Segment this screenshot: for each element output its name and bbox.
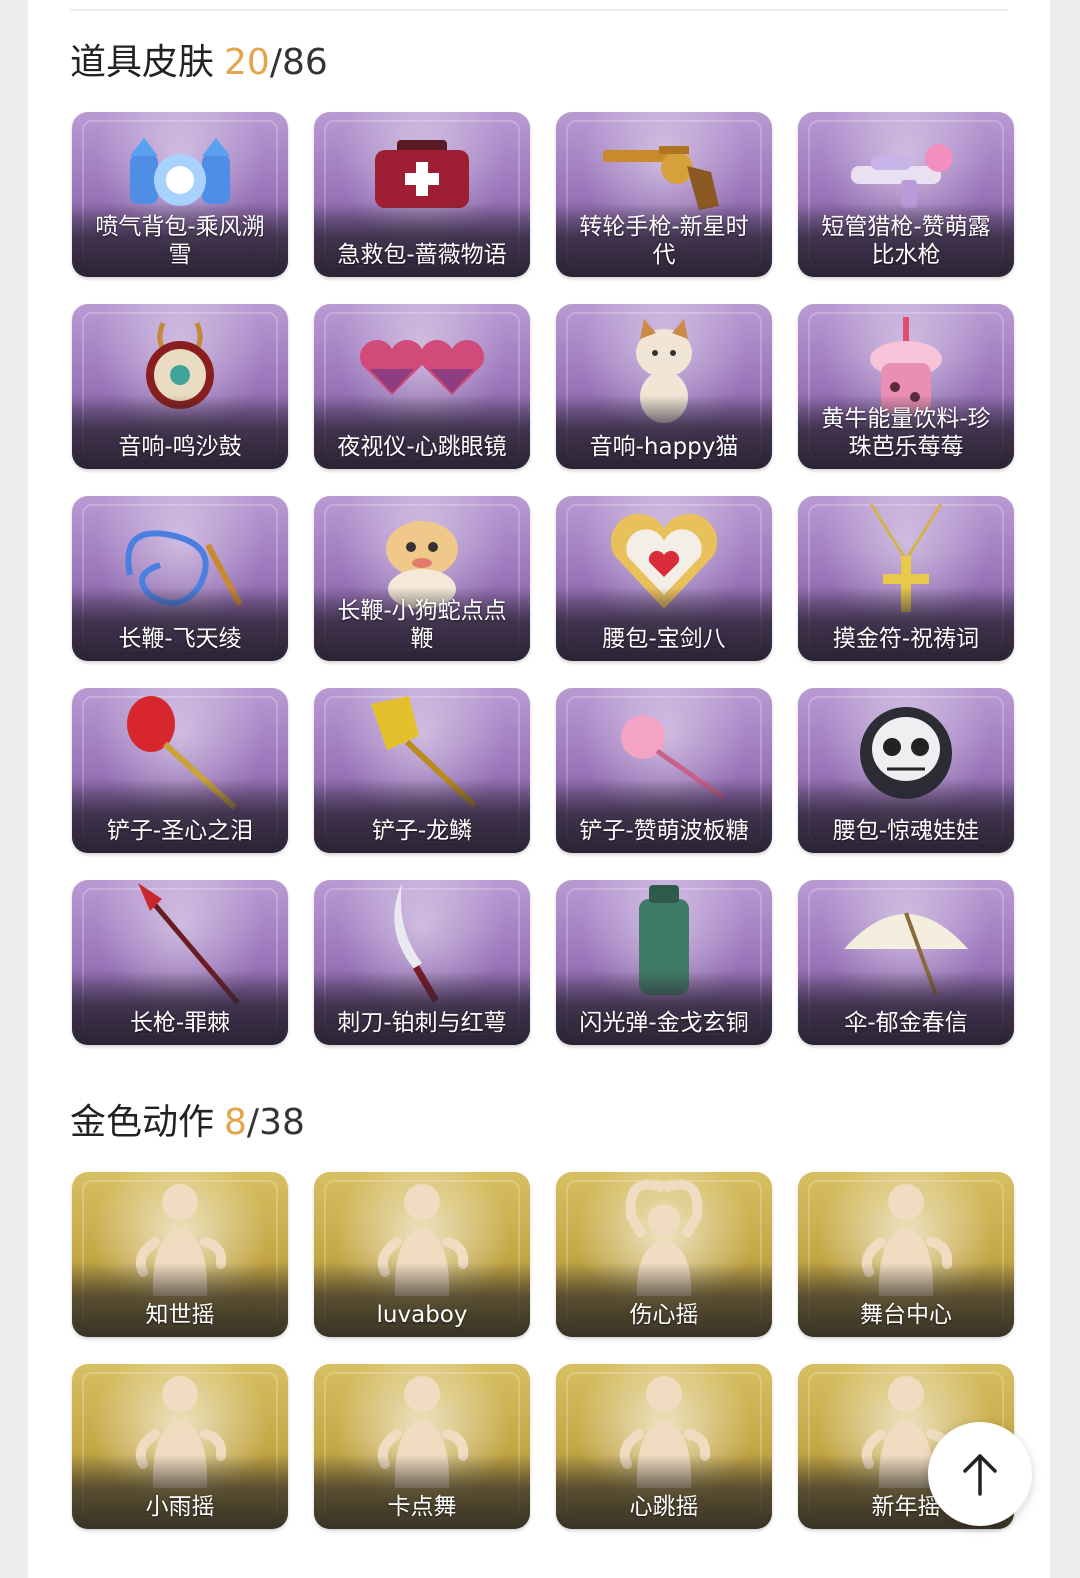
item-card[interactable]: 伞-郁金春信 <box>798 880 1014 1045</box>
item-name: 铲子-赞萌波板糖 <box>579 818 749 844</box>
section-title-gold-emotes: 金色动作 8/38 <box>70 1102 305 1143</box>
item-name: 卡点舞 <box>387 1494 457 1520</box>
item-card[interactable]: 长枪-罪棘 <box>72 880 288 1045</box>
item-name: 喷气背包-乘风溯雪 <box>95 214 265 268</box>
scroll-to-top-button[interactable] <box>928 1422 1032 1526</box>
item-card[interactable]: 刺刀-铂刺与红萼 <box>314 880 530 1045</box>
item-card[interactable]: 铲子-赞萌波板糖 <box>556 688 772 853</box>
card-caption: 转轮手枪-新星时代 <box>556 203 772 277</box>
card-caption: 伤心摇 <box>556 1263 772 1337</box>
arrow-up-icon <box>963 1454 997 1496</box>
prop-skins-grid: 喷气背包-乘风溯雪急救包-蔷薇物语 转轮手枪-新星时代 短管猎枪-赞萌露比水枪音响-… <box>72 112 1016 1045</box>
owned-count: 8 <box>224 1102 247 1143</box>
card-caption: 音响-happy猫 <box>556 395 772 469</box>
card-caption: 知世摇 <box>72 1263 288 1337</box>
item-name: 刺刀-铂刺与红萼 <box>337 1010 507 1036</box>
item-card[interactable]: 急救包-蔷薇物语 <box>314 112 530 277</box>
item-name: 音响-鸣沙鼓 <box>118 434 242 460</box>
card-caption: 音响-鸣沙鼓 <box>72 395 288 469</box>
item-card[interactable]: 伤心摇 <box>556 1172 772 1337</box>
card-caption: 闪光弹-金戈玄铜 <box>556 971 772 1045</box>
section-divider <box>70 9 1008 11</box>
card-caption: 长鞭-小狗蛇点点鞭 <box>314 587 530 661</box>
item-name: 急救包-蔷薇物语 <box>337 242 507 268</box>
item-card[interactable]: 长鞭-飞天绫 <box>72 496 288 661</box>
card-caption: 长枪-罪棘 <box>72 971 288 1045</box>
card-caption: 铲子-龙鳞 <box>314 779 530 853</box>
card-caption: 喷气背包-乘风溯雪 <box>72 203 288 277</box>
item-name: 夜视仪-心跳眼镜 <box>337 434 507 460</box>
section-title-text: 金色动作 <box>70 1102 215 1143</box>
item-card[interactable]: 知世摇 <box>72 1172 288 1337</box>
item-name: 伤心摇 <box>629 1302 699 1328</box>
item-name: 闪光弹-金戈玄铜 <box>579 1010 749 1036</box>
item-card[interactable]: 心跳摇 <box>556 1364 772 1529</box>
card-caption: 铲子-赞萌波板糖 <box>556 779 772 853</box>
item-name: 伞-郁金春信 <box>844 1010 968 1036</box>
item-name: 舞台中心 <box>860 1302 952 1328</box>
item-card[interactable]: 小雨摇 <box>72 1364 288 1529</box>
item-card[interactable]: 音响-鸣沙鼓 <box>72 304 288 469</box>
card-caption: 摸金符-祝祷词 <box>798 587 1014 661</box>
item-card[interactable]: 摸金符-祝祷词 <box>798 496 1014 661</box>
card-caption: 黄牛能量饮料-珍珠芭乐莓莓 <box>798 395 1014 469</box>
item-name: 转轮手枪-新星时代 <box>579 214 749 268</box>
card-caption: 长鞭-飞天绫 <box>72 587 288 661</box>
item-card[interactable]: 卡点舞 <box>314 1364 530 1529</box>
item-card[interactable]: 黄牛能量饮料-珍珠芭乐莓莓 <box>798 304 1014 469</box>
section-title-text: 道具皮肤 <box>70 42 215 83</box>
item-card[interactable]: 闪光弹-金戈玄铜 <box>556 880 772 1045</box>
item-card[interactable]: 转轮手枪-新星时代 <box>556 112 772 277</box>
item-name: 音响-happy猫 <box>589 434 739 460</box>
card-caption: 急救包-蔷薇物语 <box>314 203 530 277</box>
item-name: 长鞭-飞天绫 <box>118 626 242 652</box>
item-card[interactable]: 长鞭-小狗蛇点点鞭 <box>314 496 530 661</box>
item-name: 知世摇 <box>145 1302 215 1328</box>
item-name: luvaboy <box>376 1302 468 1328</box>
item-card[interactable]: 铲子-圣心之泪 <box>72 688 288 853</box>
item-card[interactable]: 腰包-宝剑八 <box>556 496 772 661</box>
card-caption: 卡点舞 <box>314 1455 530 1529</box>
card-caption: 舞台中心 <box>798 1263 1014 1337</box>
item-name: 短管猎枪-赞萌露比水枪 <box>821 214 991 268</box>
card-caption: 刺刀-铂刺与红萼 <box>314 971 530 1045</box>
item-name: 小雨摇 <box>145 1494 215 1520</box>
item-name: 铲子-龙鳞 <box>371 818 473 844</box>
total-count: 38 <box>259 1102 305 1143</box>
card-caption: 夜视仪-心跳眼镜 <box>314 395 530 469</box>
total-count: 86 <box>281 42 328 83</box>
card-caption: 伞-郁金春信 <box>798 971 1014 1045</box>
item-card[interactable]: 短管猎枪-赞萌露比水枪 <box>798 112 1014 277</box>
item-card[interactable]: luvaboy <box>314 1172 530 1337</box>
item-name: 摸金符-祝祷词 <box>832 626 980 652</box>
card-caption: 短管猎枪-赞萌露比水枪 <box>798 203 1014 277</box>
card-caption: 腰包-惊魂娃娃 <box>798 779 1014 853</box>
item-card[interactable]: 腰包-惊魂娃娃 <box>798 688 1014 853</box>
item-card[interactable]: 喷气背包-乘风溯雪 <box>72 112 288 277</box>
item-name: 长枪-罪棘 <box>129 1010 231 1036</box>
section-title-prop-skins: 道具皮肤 20/86 <box>70 42 328 83</box>
item-card[interactable]: 铲子-龙鳞 <box>314 688 530 853</box>
item-card[interactable]: 夜视仪-心跳眼镜 <box>314 304 530 469</box>
card-caption: 腰包-宝剑八 <box>556 587 772 661</box>
item-card[interactable]: 音响-happy猫 <box>556 304 772 469</box>
gold-emotes-grid: 知世摇 luvaboy 伤心摇 舞台中心小雨摇 卡点舞 心跳摇 新年摇 <box>72 1172 1016 1529</box>
item-name: 新年摇 <box>871 1494 941 1520</box>
card-caption: 心跳摇 <box>556 1455 772 1529</box>
card-caption: 小雨摇 <box>72 1455 288 1529</box>
item-name: 心跳摇 <box>629 1494 699 1520</box>
card-caption: 铲子-圣心之泪 <box>72 779 288 853</box>
card-caption: luvaboy <box>314 1263 530 1337</box>
item-card[interactable]: 舞台中心 <box>798 1172 1014 1337</box>
item-name: 黄牛能量饮料-珍珠芭乐莓莓 <box>821 406 991 460</box>
item-name: 腰包-惊魂娃娃 <box>832 818 980 844</box>
owned-count: 20 <box>224 42 270 83</box>
item-name: 腰包-宝剑八 <box>602 626 726 652</box>
item-name: 长鞭-小狗蛇点点鞭 <box>337 598 507 652</box>
item-name: 铲子-圣心之泪 <box>106 818 254 844</box>
